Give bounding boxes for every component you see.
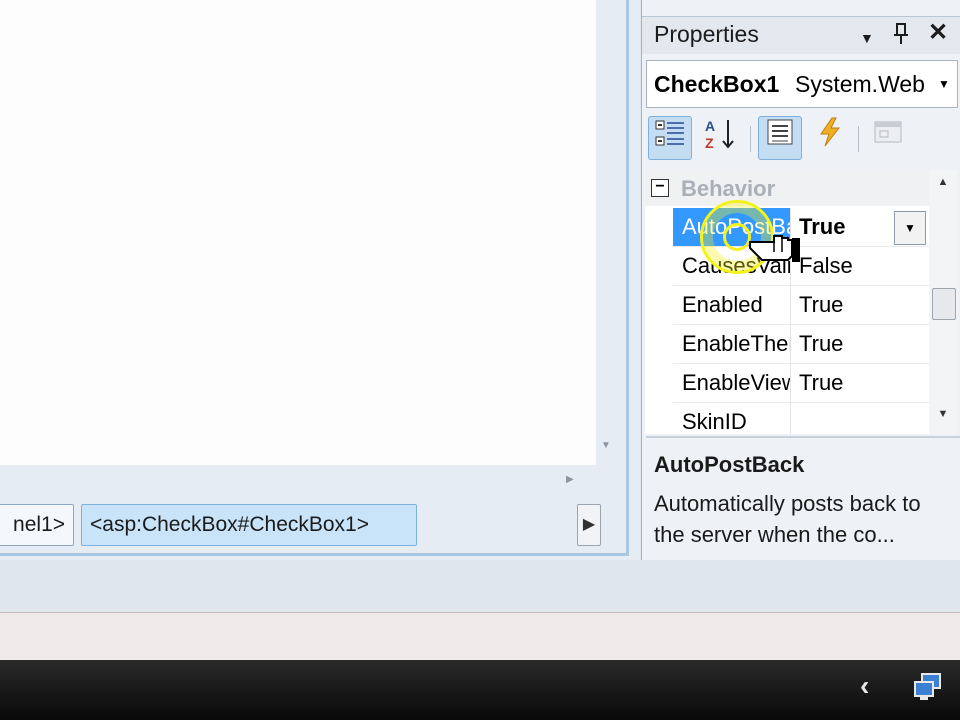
scroll-down-arrow-icon[interactable]: ▼ — [600, 440, 612, 452]
svg-text:Z: Z — [705, 135, 714, 151]
property-name: EnableTheming — [673, 325, 791, 363]
hand-cursor-icon — [748, 226, 802, 266]
breadcrumb-next-button[interactable]: ▶ — [577, 504, 601, 546]
property-name: SkinID — [673, 403, 791, 434]
scroll-up-arrow-icon[interactable]: ▲ — [929, 176, 957, 196]
property-row[interactable]: Enabled True — [673, 286, 929, 325]
property-value[interactable]: True — [799, 364, 929, 402]
property-value[interactable] — [799, 403, 929, 434]
network-icon[interactable] — [912, 672, 944, 702]
categorized-icon[interactable] — [648, 116, 692, 160]
description-text: Automatically posts back to the server w… — [654, 491, 921, 547]
selected-object-name: CheckBox1 — [654, 71, 780, 97]
properties-icon[interactable] — [758, 116, 802, 160]
scrollbar-thumb[interactable] — [932, 288, 956, 320]
properties-toolbar: AZ — [646, 112, 958, 164]
property-value[interactable]: False — [799, 247, 929, 285]
breadcrumb-panel1[interactable]: nel1> — [0, 504, 74, 546]
properties-title: Properties — [654, 21, 759, 47]
toolbar-separator — [750, 126, 751, 152]
designer-pane: ▼ ▶ nel1> <asp:CheckBox#CheckBox1> ▶ — [0, 0, 640, 560]
property-value[interactable]: True — [799, 325, 929, 363]
cursor-highlight-inner — [723, 223, 751, 251]
category-name: Behavior — [681, 176, 776, 201]
show-hidden-icons-icon[interactable]: ‹ — [860, 670, 869, 702]
property-row[interactable]: SkinID — [673, 403, 929, 434]
svg-text:A: A — [705, 118, 715, 134]
object-selector[interactable]: CheckBox1 System.Web ▼ — [646, 60, 958, 108]
value-dropdown-button[interactable]: ▼ — [894, 211, 926, 245]
window-position-dropdown-icon[interactable]: ▼ — [860, 25, 874, 51]
description-title: AutoPostBack — [654, 452, 805, 477]
property-description: AutoPostBack Automatically posts back to… — [646, 436, 960, 560]
auto-hide-pin-icon[interactable] — [892, 23, 910, 52]
designer-bottom-border — [0, 553, 629, 556]
design-surface[interactable] — [0, 0, 596, 465]
property-name: Enabled — [673, 286, 791, 324]
property-row[interactable]: EnableTheming True — [673, 325, 929, 364]
selected-object-type: System.Web — [795, 71, 925, 97]
property-grid: − Behavior AutoPostBack True CausesValid… — [645, 170, 929, 434]
status-strip — [0, 612, 960, 660]
category-behavior[interactable]: − Behavior — [645, 170, 929, 206]
breadcrumb-checkbox1[interactable]: <asp:CheckBox#CheckBox1> — [81, 504, 417, 546]
scroll-right-arrow-icon[interactable]: ▶ — [566, 474, 578, 486]
close-icon[interactable]: ✕ — [928, 20, 948, 46]
property-value[interactable]: True — [799, 286, 929, 324]
properties-title-bar: Properties ▼ ✕ — [642, 16, 960, 54]
property-name: EnableViewState — [673, 364, 791, 402]
taskbar: ‹ — [0, 660, 960, 720]
chevron-down-icon[interactable]: ▼ — [931, 61, 957, 107]
collapse-icon[interactable]: − — [651, 179, 669, 197]
toolbar-separator — [858, 126, 859, 152]
scroll-down-arrow-icon[interactable]: ▼ — [929, 408, 957, 428]
property-row[interactable]: EnableViewState True — [673, 364, 929, 403]
alphabetical-icon[interactable]: AZ — [698, 116, 742, 160]
events-lightning-icon[interactable] — [808, 116, 852, 160]
property-pages-icon[interactable] — [866, 116, 910, 160]
property-grid-scrollbar[interactable]: ▲ ▼ — [929, 170, 957, 434]
designer-right-border — [626, 0, 629, 556]
